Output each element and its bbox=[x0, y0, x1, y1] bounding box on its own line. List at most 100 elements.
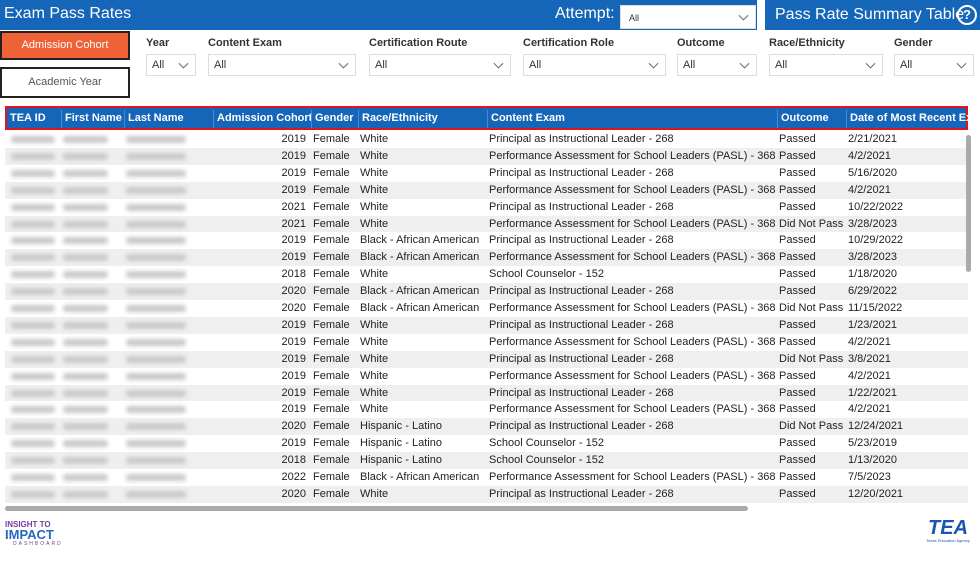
table-cell: 1/22/2021 bbox=[848, 386, 897, 399]
cohort-cell: 2021 bbox=[281, 200, 306, 213]
redacted-tea-id bbox=[11, 136, 55, 143]
attempt-label: Attempt: bbox=[555, 5, 615, 22]
table-row[interactable]: 2018 Female White School Counselor - 152 Pas… bbox=[5, 266, 968, 284]
tea-logo: TEA Texas Education Agency bbox=[926, 517, 970, 543]
cohort-cell: 2020 bbox=[281, 302, 306, 314]
table-cell: Passed bbox=[779, 268, 816, 281]
column-header[interactable]: Outcome bbox=[778, 110, 847, 128]
table-cell: Passed bbox=[779, 471, 816, 483]
table-row[interactable]: 2019 Female White Performance Assessment fo… bbox=[5, 333, 968, 351]
certification-route-dropdown[interactable]: All bbox=[369, 54, 511, 76]
table-cell: 10/29/2022 bbox=[848, 234, 904, 247]
table-row[interactable]: 2018 Female Hispanic - Latino School Counse… bbox=[5, 452, 968, 470]
chevron-down-icon bbox=[338, 58, 349, 69]
table-row[interactable]: 2022 Female Black - African American Perfor… bbox=[5, 469, 968, 486]
chevron-down-icon bbox=[739, 58, 750, 69]
redacted-tea-id bbox=[11, 169, 55, 177]
redacted-first-name bbox=[63, 152, 108, 160]
table-row[interactable]: 2019 Female White Principal as Instructiona… bbox=[5, 164, 968, 182]
table-row[interactable]: 2019 Female White Performance Assessment fo… bbox=[5, 401, 968, 419]
column-header[interactable]: Gender bbox=[312, 110, 359, 128]
insight-to-impact-logo: INSIGHT TO IMPACT DASHBOARD bbox=[5, 520, 63, 548]
redacted-tea-id bbox=[11, 271, 55, 279]
redacted-last-name bbox=[126, 169, 186, 177]
table-cell: 4/2/2021 bbox=[848, 149, 891, 162]
table-row[interactable]: 2020 Female Black - African American Princi… bbox=[5, 283, 968, 301]
table-row[interactable]: 2021 Female White Principal as Instructiona… bbox=[5, 198, 968, 216]
table-cell: Hispanic - Latino bbox=[360, 420, 442, 433]
table-row[interactable]: 2019 Female White Principal as Instructiona… bbox=[5, 316, 968, 334]
pass-rate-summary-button[interactable]: Pass Rate Summary Table ? bbox=[765, 0, 980, 30]
table-row[interactable]: 2020 Female Hispanic - Latino Principal as … bbox=[5, 418, 968, 436]
redacted-tea-id bbox=[11, 237, 55, 245]
filter-year: Year All bbox=[146, 37, 196, 76]
cohort-cell: 2019 bbox=[281, 183, 306, 196]
table-row[interactable]: 2019 Female White Principal as Instructiona… bbox=[5, 131, 968, 148]
table-cell: Performance Assessment for School Leader… bbox=[489, 217, 776, 230]
table-cell: Performance Assessment for School Leader… bbox=[489, 149, 776, 162]
table-cell: Did Not Pass bbox=[779, 352, 844, 365]
table-row[interactable]: 2019 Female White Performance Assessment fo… bbox=[5, 367, 968, 385]
academic-year-toggle[interactable]: Academic Year bbox=[0, 67, 130, 98]
redacted-tea-id bbox=[11, 186, 55, 194]
redacted-last-name bbox=[126, 423, 186, 431]
table-cell: Black - African American bbox=[360, 471, 480, 483]
table-row[interactable]: 2019 Female Hispanic - Latino School Counse… bbox=[5, 435, 968, 453]
column-header[interactable]: Admission Cohort bbox=[214, 110, 312, 128]
vertical-scrollbar[interactable] bbox=[966, 135, 971, 272]
table-cell: School Counselor - 152 bbox=[489, 268, 604, 281]
table-cell: Principal as Instructional Leader - 268 bbox=[489, 166, 674, 179]
table-cell: Performance Assessment for School Leader… bbox=[489, 335, 776, 348]
attempt-dropdown[interactable]: All bbox=[620, 5, 756, 29]
table-row[interactable]: 2020 Female White Principal as Instructiona… bbox=[5, 485, 968, 503]
redacted-tea-id bbox=[11, 406, 55, 414]
outcome-dropdown[interactable]: All bbox=[677, 54, 757, 76]
table-row[interactable]: 2019 Female White Principal as Instructiona… bbox=[5, 350, 968, 368]
table-cell: Passed bbox=[779, 234, 816, 247]
gender-dropdown[interactable]: All bbox=[894, 54, 974, 76]
table-cell: Performance Assessment for School Leader… bbox=[489, 183, 776, 196]
column-header[interactable]: Last Name bbox=[125, 110, 214, 128]
table-row[interactable]: 2019 Female White Principal as Instructiona… bbox=[5, 384, 968, 402]
certification-role-dropdown[interactable]: All bbox=[523, 54, 666, 76]
table-cell: Female bbox=[313, 403, 350, 416]
table-cell: Passed bbox=[779, 149, 816, 162]
table-cell: Female bbox=[313, 217, 350, 230]
redacted-first-name bbox=[63, 457, 108, 465]
redacted-last-name bbox=[126, 271, 186, 279]
year-dropdown[interactable]: All bbox=[146, 54, 196, 76]
redacted-last-name bbox=[126, 305, 186, 312]
race-ethnicity-dropdown[interactable]: All bbox=[769, 54, 883, 76]
filter-label: Content Exam bbox=[208, 37, 282, 49]
table-cell: Female bbox=[313, 183, 350, 196]
redacted-first-name bbox=[63, 305, 108, 312]
table-cell: Black - African American bbox=[360, 234, 480, 247]
filter-label: Year bbox=[146, 37, 170, 49]
table-row[interactable]: 2019 Female Black - African American Princi… bbox=[5, 232, 968, 250]
admission-cohort-toggle[interactable]: Admission Cohort bbox=[0, 31, 130, 60]
content-exam-dropdown[interactable]: All bbox=[208, 54, 356, 76]
table-row[interactable]: 2019 Female White Performance Assessment fo… bbox=[5, 181, 968, 199]
redacted-last-name bbox=[126, 406, 186, 414]
table-cell: Performance Assessment for School Leader… bbox=[489, 403, 776, 416]
horizontal-scrollbar[interactable] bbox=[5, 506, 748, 511]
table-row[interactable]: 2020 Female Black - African American Perfor… bbox=[5, 300, 968, 317]
redacted-first-name bbox=[63, 406, 108, 414]
column-header[interactable]: Date of Most Recent Exam bbox=[847, 110, 968, 128]
table-cell: Female bbox=[313, 487, 350, 500]
redacted-first-name bbox=[63, 372, 108, 380]
summary-button-label: Pass Rate Summary Table bbox=[775, 6, 965, 23]
cohort-cell: 2019 bbox=[281, 335, 306, 348]
redacted-tea-id bbox=[11, 389, 55, 397]
redacted-first-name bbox=[63, 490, 108, 498]
help-icon[interactable]: ? bbox=[957, 5, 977, 25]
column-header[interactable]: TEA ID bbox=[7, 110, 62, 128]
dropdown-value: All bbox=[900, 59, 913, 71]
table-row[interactable]: 2019 Female Black - African American Perfor… bbox=[5, 249, 968, 267]
column-header[interactable]: Race/Ethnicity bbox=[359, 110, 488, 128]
redacted-first-name bbox=[63, 271, 108, 279]
column-header[interactable]: First Name bbox=[62, 110, 125, 128]
column-header[interactable]: Content Exam bbox=[488, 110, 778, 128]
table-row[interactable]: 2019 Female White Performance Assessment fo… bbox=[5, 147, 968, 165]
table-row[interactable]: 2021 Female White Performance Assessment fo… bbox=[5, 215, 968, 233]
